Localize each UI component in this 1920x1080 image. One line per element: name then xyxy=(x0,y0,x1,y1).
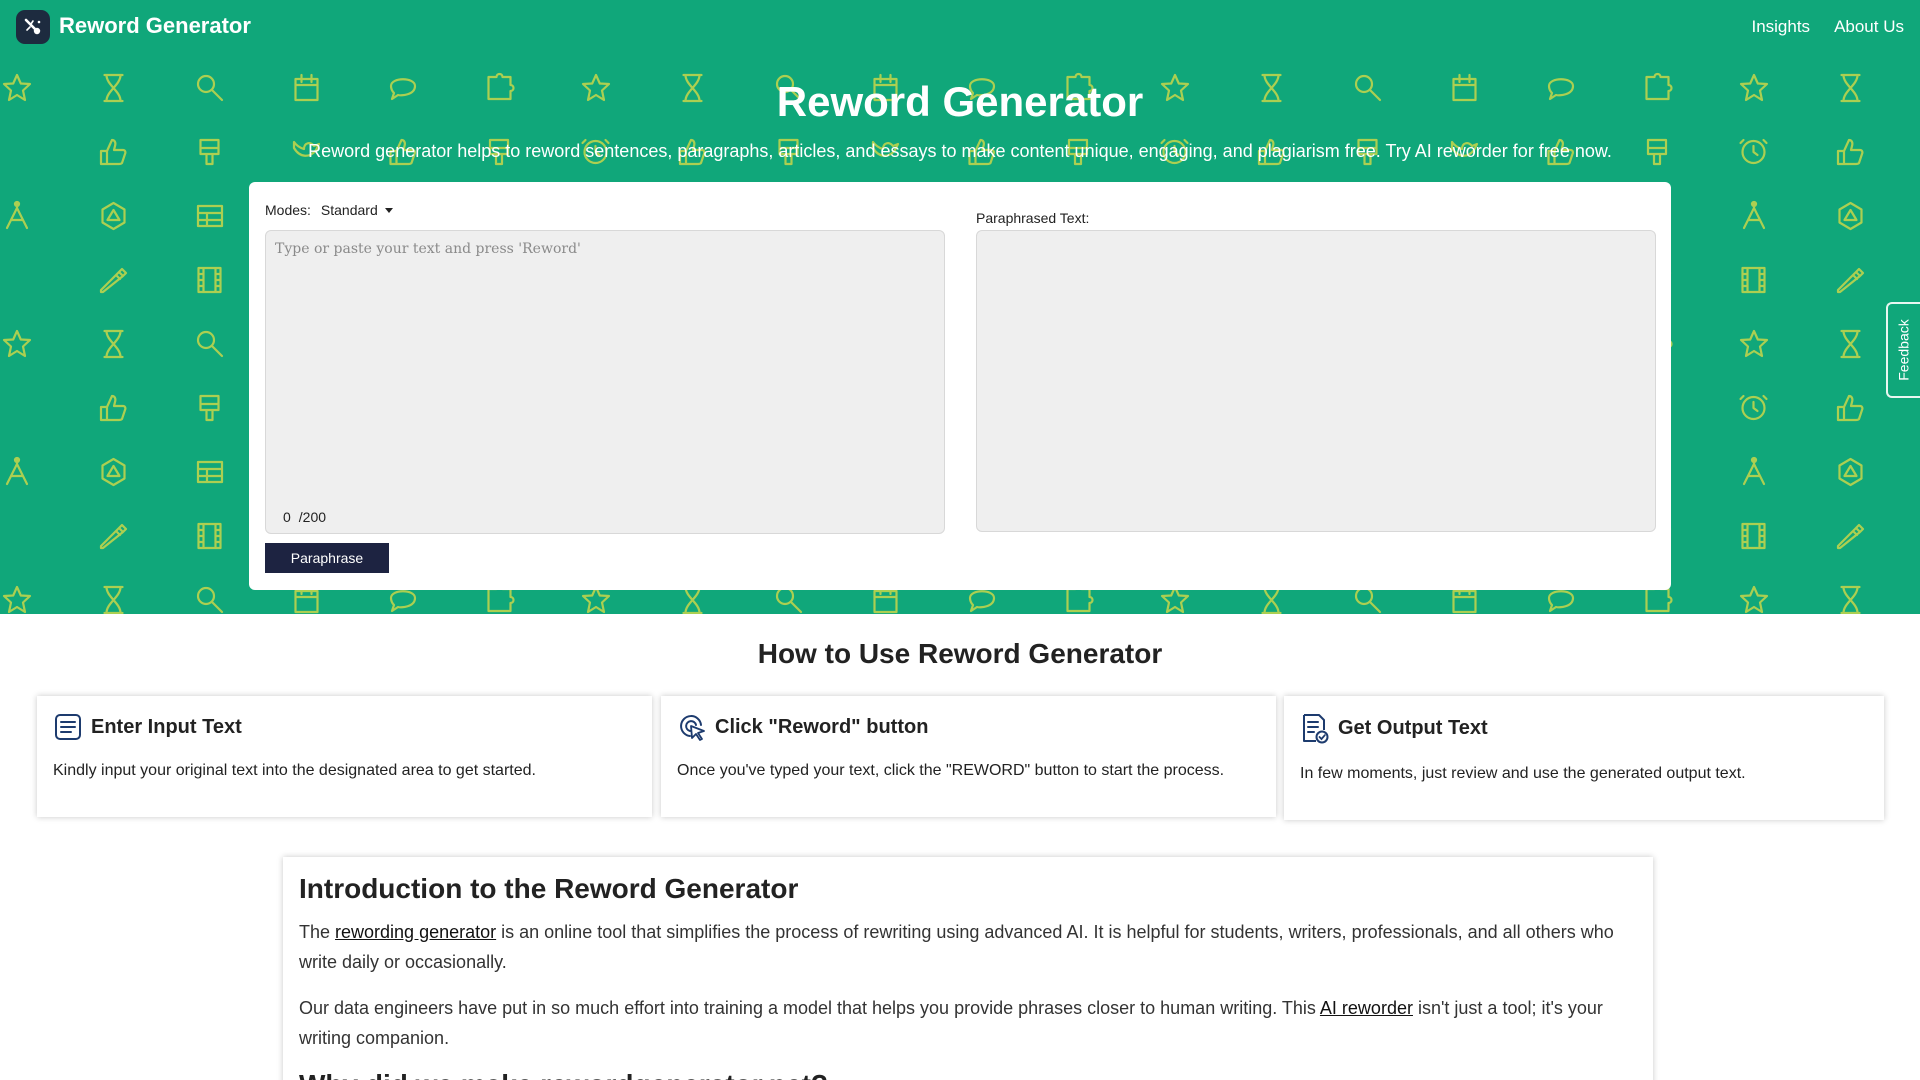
search-pattern-icon xyxy=(1354,586,1382,614)
intro-text: The xyxy=(299,922,336,942)
thumb-pattern-icon xyxy=(99,394,127,422)
clock-pattern-icon xyxy=(1739,394,1768,421)
hexagon-pattern-icon xyxy=(1838,201,1863,231)
hexagon-pattern-icon xyxy=(101,457,126,487)
logo-icon[interactable] xyxy=(16,10,50,44)
mode-value: Standard xyxy=(320,202,378,218)
step-card-get-output: Get Output Text In few moments, just rev… xyxy=(1284,696,1884,820)
hourglass-pattern-icon xyxy=(103,329,124,359)
star-pattern-icon xyxy=(1160,585,1190,614)
hero-subtitle: Reword generator helps to reword sentenc… xyxy=(308,141,1612,161)
hexagon-pattern-icon xyxy=(1838,457,1863,487)
step-text: Once you've typed your text, click the "… xyxy=(677,762,1225,779)
intro-text: is an online tool that simplifies the pr… xyxy=(299,922,1614,972)
calendar-pattern-icon xyxy=(873,585,898,614)
paraphrase-button[interactable]: Paraphrase xyxy=(265,543,389,573)
search-pattern-icon xyxy=(196,586,224,614)
modes-label: Modes: xyxy=(265,202,311,218)
hourglass-pattern-icon xyxy=(1840,585,1861,614)
step-title: Click "Reword" button xyxy=(715,715,929,738)
compass-pattern-icon xyxy=(5,200,29,230)
chat-pattern-icon xyxy=(389,590,417,613)
pencil-pattern-icon xyxy=(99,523,128,550)
step-header: Get Output Text xyxy=(1300,712,1488,744)
document-check-icon xyxy=(1303,714,1329,744)
step-card-enter-input: Enter Input Text Kindly input your origi… xyxy=(37,696,652,817)
step-text: In few moments, just review and use the … xyxy=(1300,765,1746,782)
nav-insights[interactable]: Insights xyxy=(1751,17,1810,37)
nav-links: Insights About Us xyxy=(1751,17,1904,37)
brush-pattern-icon xyxy=(199,394,220,422)
rewording-generator-link[interactable]: rewording generator xyxy=(335,922,496,942)
hourglass-pattern-icon xyxy=(682,585,703,614)
input-textarea[interactable] xyxy=(266,231,944,491)
top-navbar: Reword Generator Insights About Us xyxy=(0,0,1920,54)
char-count: 0 xyxy=(283,509,291,525)
page-title: Reword Generator xyxy=(776,78,1144,125)
pencil-pattern-icon xyxy=(1836,267,1865,294)
caret-down-icon xyxy=(384,207,393,213)
how-to-title: How to Use Reword Generator xyxy=(757,638,1163,669)
hero-section: Reword Generator Insights About Us Rewor… xyxy=(0,0,1920,614)
star-pattern-icon xyxy=(2,585,32,614)
char-counter: 0/200 xyxy=(283,509,326,525)
section-heading-why: Why did we make rewordgenerator.net? xyxy=(299,1069,1637,1080)
intro-section: Introduction to the Reword Generator The… xyxy=(283,857,1653,1080)
step-title: Get Output Text xyxy=(1338,716,1488,739)
star-pattern-icon xyxy=(1739,585,1769,614)
star-pattern-icon xyxy=(1739,329,1769,358)
feedback-tab[interactable]: Feedback xyxy=(1886,302,1920,398)
output-label: Paraphrased Text: xyxy=(976,210,1090,226)
step-header: Click "Reword" button xyxy=(677,712,928,742)
calendar-pattern-icon xyxy=(294,585,319,614)
pencil-pattern-icon xyxy=(1836,523,1865,550)
text-lines-icon xyxy=(55,714,81,740)
cursor-click-icon xyxy=(680,715,705,741)
search-pattern-icon xyxy=(775,586,803,614)
step-title: Enter Input Text xyxy=(91,715,242,738)
table-pattern-icon xyxy=(196,460,224,484)
table-pattern-icon xyxy=(196,204,224,228)
intro-title: Introduction to the Reword Generator xyxy=(299,873,799,904)
intro-paragraph-1: The rewording generator is an online too… xyxy=(299,917,1637,977)
modes-selector: Modes: Standard xyxy=(265,202,393,218)
search-pattern-icon xyxy=(196,330,224,358)
thumb-pattern-icon xyxy=(1836,394,1864,422)
reword-tool-card: Modes: Standard Paraphrased Text: 0/200 … xyxy=(249,182,1671,590)
calendar-pattern-icon xyxy=(1452,585,1477,614)
hourglass-pattern-icon xyxy=(1840,329,1861,359)
chat-pattern-icon xyxy=(1547,590,1575,613)
output-box[interactable] xyxy=(976,230,1656,532)
char-limit: /200 xyxy=(298,509,327,525)
step-card-click-reword: Click "Reword" button Once you've typed … xyxy=(661,696,1276,817)
pencil-pattern-icon xyxy=(99,267,128,294)
compass-pattern-icon xyxy=(1742,456,1766,486)
film-pattern-icon xyxy=(197,522,222,550)
ai-reworder-link[interactable]: AI reworder xyxy=(1320,998,1413,1018)
film-pattern-icon xyxy=(197,266,222,294)
input-box: 0/200 xyxy=(265,230,945,534)
hexagon-pattern-icon xyxy=(101,201,126,231)
feedback-label: Feedback xyxy=(1896,319,1913,381)
hourglass-pattern-icon xyxy=(103,585,124,614)
star-pattern-icon xyxy=(581,585,611,614)
nav-about-us[interactable]: About Us xyxy=(1834,17,1904,37)
film-pattern-icon xyxy=(1741,266,1766,294)
compass-pattern-icon xyxy=(5,456,29,486)
mode-dropdown[interactable]: Standard xyxy=(321,202,393,218)
intro-text: Our data engineers have put in so much e… xyxy=(299,998,1320,1018)
step-text: Kindly input your original text into the… xyxy=(53,762,536,779)
star-pattern-icon xyxy=(2,329,32,358)
compass-pattern-icon xyxy=(1742,200,1766,230)
brand-name[interactable]: Reword Generator xyxy=(59,13,251,39)
intro-paragraph-2: Our data engineers have put in so much e… xyxy=(299,993,1637,1053)
step-header: Enter Input Text xyxy=(53,712,242,742)
film-pattern-icon xyxy=(1741,522,1766,550)
hourglass-pattern-icon xyxy=(1261,585,1282,614)
chat-pattern-icon xyxy=(968,590,996,613)
